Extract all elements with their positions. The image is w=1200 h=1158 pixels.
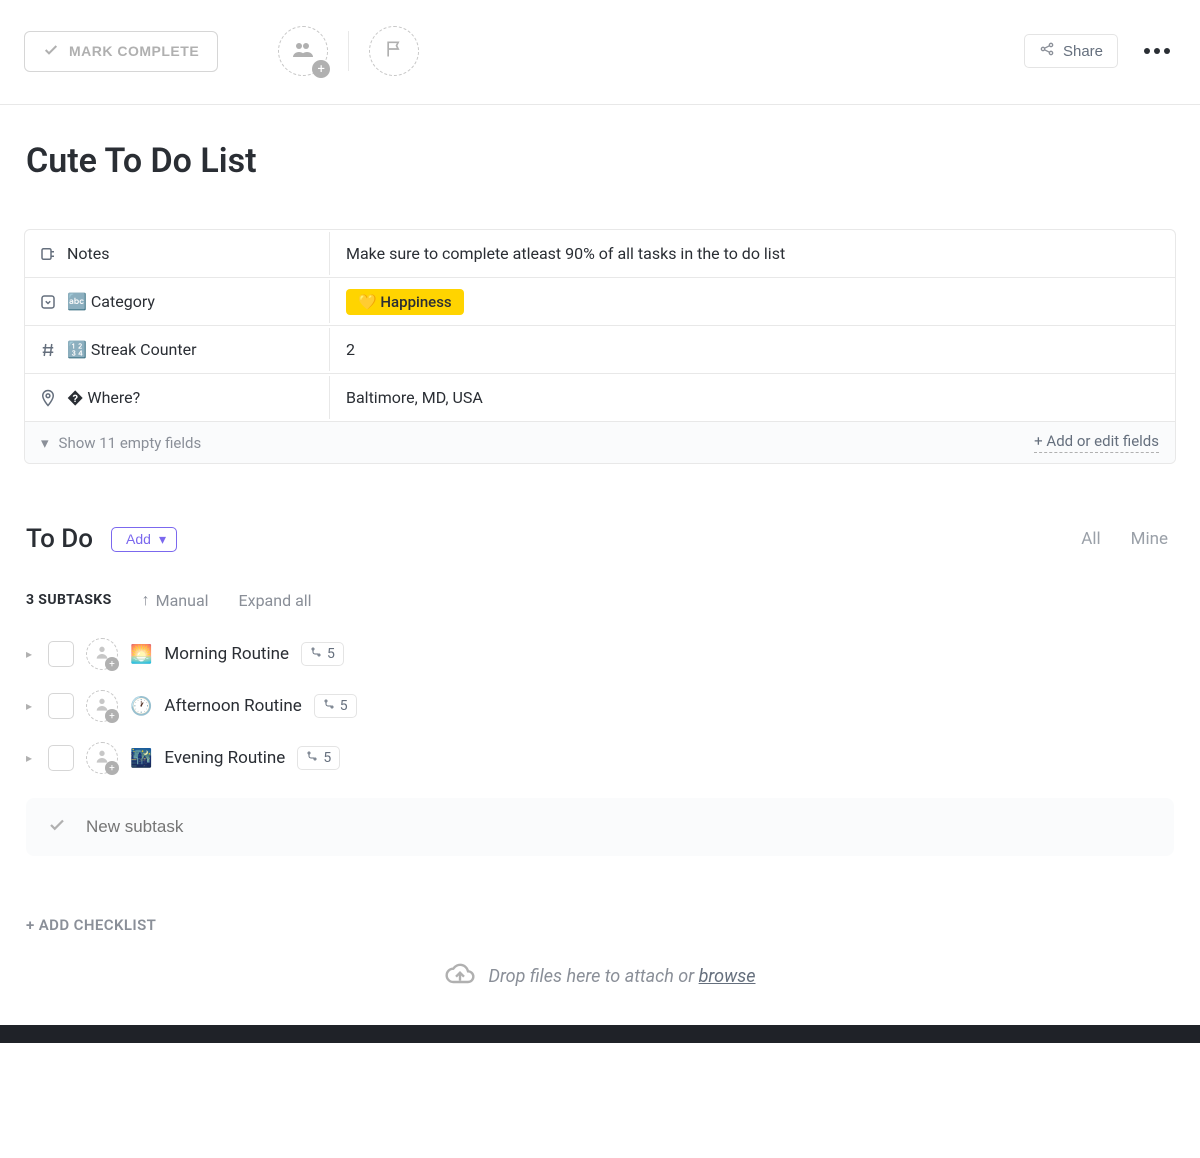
dropdown-icon [39,293,57,311]
plus-icon: + [105,761,119,775]
count: 5 [323,750,331,766]
assign-button[interactable]: + [86,638,118,670]
task-row[interactable]: ▸ + 🌅 Morning Routine 5 [26,628,1174,680]
field-label: 🔤 Category [25,280,330,323]
text-icon [39,245,57,263]
field-name: Notes [67,244,110,263]
plus-icon: + [105,657,119,671]
todo-section-header: To Do Add ▾ All Mine [0,464,1200,564]
task-checkbox[interactable] [48,641,74,667]
field-label: � Where? [25,376,330,419]
show-empty-label: Show 11 empty fields [59,434,202,452]
check-icon [43,42,59,61]
field-row-notes: Notes Make sure to complete atleast 90% … [25,230,1175,278]
bottom-bar [0,1025,1200,1043]
filter-all[interactable]: All [1075,529,1106,549]
browse-link[interactable]: browse [699,966,756,987]
task-row[interactable]: ▸ + 🕐 Afternoon Routine 5 [26,680,1174,732]
toolbar: MARK COMPLETE + Share [0,0,1200,105]
custom-fields: Notes Make sure to complete atleast 90% … [24,229,1176,464]
expand-caret[interactable]: ▸ [26,647,36,661]
field-name: 🔢 Streak Counter [67,340,197,359]
task-name[interactable]: Afternoon Routine [164,696,301,716]
expand-caret[interactable]: ▸ [26,699,36,713]
hash-icon [39,341,57,359]
category-tag[interactable]: 💛 Happiness [346,289,464,315]
task-checkbox[interactable] [48,693,74,719]
location-icon [39,389,57,407]
flag-button[interactable] [369,26,419,76]
task-name[interactable]: Evening Routine [164,748,285,768]
branch-icon [306,750,318,766]
new-subtask-row[interactable] [26,798,1174,856]
task-checkbox[interactable] [48,745,74,771]
sort-button[interactable]: ↑ Manual [142,590,209,610]
task-list: ▸ + 🌅 Morning Routine 5 ▸ + 🕐 Afternoon … [0,620,1200,784]
divider [348,31,349,71]
check-icon [48,816,66,838]
field-row-where: � Where? Baltimore, MD, USA [25,374,1175,422]
expand-all-button[interactable]: Expand all [239,591,312,610]
field-value-where[interactable]: Baltimore, MD, USA [330,378,1175,417]
add-label: Add [126,531,151,547]
fields-footer: ▾ Show 11 empty fields + Add or edit fie… [25,422,1175,463]
subtask-count-pill[interactable]: 5 [301,642,344,666]
task-emoji: 🌅 [130,644,152,665]
page-title[interactable]: Cute To Do List [0,105,1200,199]
field-name: 🔤 Category [67,292,155,311]
arrow-up-icon: ↑ [142,590,150,610]
plus-icon: + [105,709,119,723]
field-value-category[interactable]: 💛 Happiness [330,279,1175,325]
branch-icon [323,698,335,714]
subtask-count-pill[interactable]: 5 [314,694,357,718]
field-value-notes[interactable]: Make sure to complete atleast 90% of all… [330,234,1175,273]
field-label: 🔢 Streak Counter [25,328,330,371]
show-empty-fields-button[interactable]: ▾ Show 11 empty fields [41,434,201,452]
count: 5 [327,646,335,662]
task-name[interactable]: Morning Routine [164,644,289,664]
chevron-down-icon: ▾ [41,434,49,452]
mark-complete-label: MARK COMPLETE [69,43,199,59]
chevron-down-icon: ▾ [159,531,166,548]
subtasks-bar: 3 SUBTASKS ↑ Manual Expand all [0,564,1200,620]
assign-button[interactable]: + [86,742,118,774]
dropzone-text: Drop files here to attach or [488,966,698,987]
add-checklist-button[interactable]: + ADD CHECKLIST [0,856,1200,944]
attachment-dropzone[interactable]: Drop files here to attach or browse [0,944,1200,1025]
task-emoji: 🌃 [130,748,152,769]
share-icon [1039,41,1055,61]
sort-label: Manual [156,591,209,610]
field-row-category: 🔤 Category 💛 Happiness [25,278,1175,326]
expand-caret[interactable]: ▸ [26,751,36,765]
count: 5 [340,698,348,714]
share-label: Share [1063,43,1103,60]
plus-icon: + [312,60,330,78]
subtask-count-pill[interactable]: 5 [297,746,340,770]
filter-mine[interactable]: Mine [1125,529,1174,549]
assign-button[interactable]: + [86,690,118,722]
field-name: � Where? [67,388,140,407]
field-value-streak[interactable]: 2 [330,330,1175,369]
more-menu-button[interactable] [1138,48,1176,54]
people-icon [291,37,315,65]
add-subtask-button[interactable]: Add ▾ [111,527,177,552]
add-assignee-button[interactable]: + [278,26,328,76]
new-subtask-input[interactable] [86,817,1152,837]
cloud-upload-icon [444,958,476,995]
field-row-streak: 🔢 Streak Counter 2 [25,326,1175,374]
task-emoji: 🕐 [130,696,152,717]
task-row[interactable]: ▸ + 🌃 Evening Routine 5 [26,732,1174,784]
share-button[interactable]: Share [1024,34,1118,68]
mark-complete-button[interactable]: MARK COMPLETE [24,31,218,72]
flag-icon [384,39,404,63]
todo-title: To Do [26,524,93,554]
subtasks-count: 3 SUBTASKS [26,592,112,608]
branch-icon [310,646,322,662]
add-edit-fields-button[interactable]: + Add or edit fields [1034,432,1159,453]
field-label: Notes [25,232,330,275]
